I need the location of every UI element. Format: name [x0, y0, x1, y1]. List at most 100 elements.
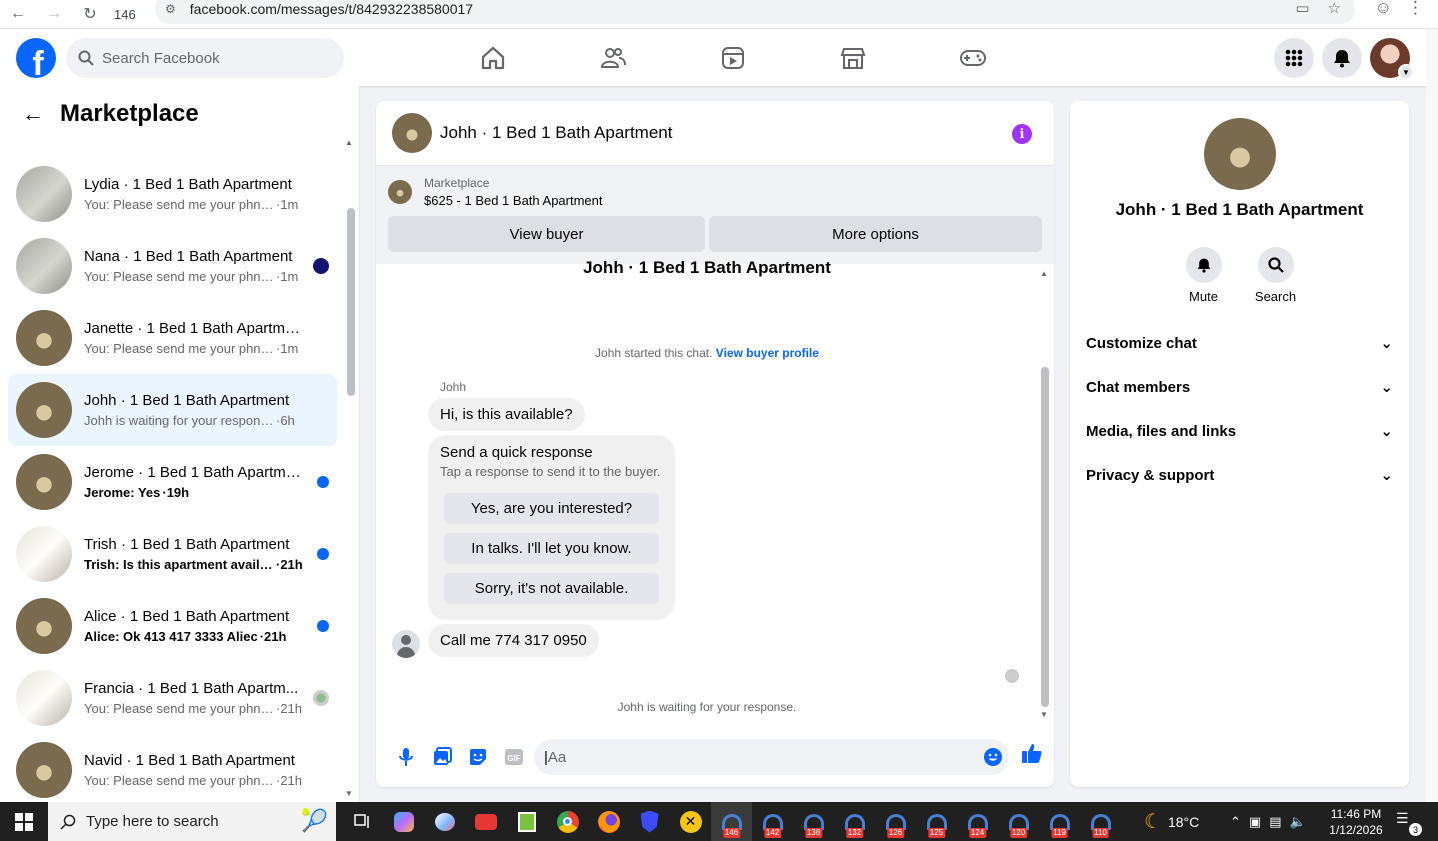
quick-response-yes-button[interactable]: Yes, are you interested?	[444, 493, 659, 524]
forward-arrow-icon[interactable]: →	[36, 2, 72, 26]
gologin-profile-124[interactable]: 124	[957, 802, 998, 841]
site-settings-icon[interactable]: ⚙	[165, 2, 176, 16]
facebook-search[interactable]: Search Facebook	[66, 38, 344, 78]
thumbs-up-icon[interactable]	[1020, 741, 1044, 765]
facebook-logo[interactable]: f	[16, 38, 56, 78]
copilot-icon[interactable]	[383, 802, 424, 841]
chat-avatar[interactable]	[392, 113, 432, 153]
sidebar-scrollbar[interactable]: ▲ ▼	[345, 138, 355, 798]
gologin-profile-125[interactable]: 125	[916, 802, 957, 841]
meet-icon[interactable]: ▣	[1249, 814, 1261, 830]
conversation-time: ·21h	[276, 773, 303, 788]
gaming-nav-icon[interactable]	[913, 29, 1033, 86]
gologin-profile-146[interactable]: 146	[711, 802, 752, 841]
view-buyer-profile-link[interactable]: View buyer profile	[716, 346, 819, 360]
conversation-thumbnail	[16, 166, 72, 222]
conversation-preview: You: Please send me your phn nu...	[84, 773, 274, 788]
conversation-item[interactable]: Alice · 1 Bed 1 Bath Apartment Alice: Ok …	[8, 590, 337, 662]
gologin-profile-126[interactable]: 126	[875, 802, 916, 841]
message-bubble[interactable]: Hi, is this available?	[428, 398, 585, 431]
install-app-icon[interactable]: ▭	[1295, 0, 1309, 17]
chrome-icon[interactable]	[547, 802, 588, 841]
photo-icon[interactable]	[424, 739, 460, 775]
chevron-up-icon[interactable]: ⌃	[1230, 814, 1241, 830]
scrollbar-thumb[interactable]	[1041, 367, 1049, 707]
emoji-icon[interactable]	[983, 747, 1003, 767]
conversation-item[interactable]: Nana · 1 Bed 1 Bath Apartment You: Please…	[8, 230, 337, 302]
profile-avatar[interactable]: ▼	[1370, 38, 1414, 80]
search-conversation-button[interactable]: Search	[1255, 247, 1296, 304]
back-arrow-icon[interactable]: ←	[22, 101, 44, 127]
task-view-icon[interactable]	[342, 802, 383, 841]
gologin-profile-132[interactable]: 132	[834, 802, 875, 841]
mute-button[interactable]: Mute	[1185, 247, 1223, 304]
details-avatar[interactable]	[1204, 118, 1276, 190]
gologin-profile-110[interactable]: 110	[1080, 802, 1121, 841]
taskbar-search[interactable]: Type here to search 🎾	[48, 802, 336, 841]
chat-title[interactable]: Johh · 1 Bed 1 Bath Apartment	[440, 123, 672, 143]
brave-shield-icon[interactable]	[629, 802, 670, 841]
notifications-bell-icon[interactable]	[1322, 38, 1362, 78]
firefox-icon[interactable]	[588, 802, 629, 841]
paint-icon[interactable]	[424, 802, 465, 841]
notepad-icon[interactable]	[506, 802, 547, 841]
menu-grid-icon[interactable]	[1274, 38, 1314, 78]
message-input[interactable]: | Aa	[534, 739, 1009, 775]
microphone-icon[interactable]	[388, 739, 424, 775]
conversation-item[interactable]: Janette · 1 Bed 1 Bath Apartment You: Ple…	[8, 302, 337, 374]
home-nav-icon[interactable]	[433, 29, 553, 86]
sender-avatar[interactable]	[392, 630, 420, 658]
section-chat-members[interactable]: Chat members ⌄	[1070, 365, 1409, 409]
gologin-profile-142[interactable]: 142	[752, 802, 793, 841]
read-receipt-avatar	[313, 690, 329, 706]
back-arrow-icon[interactable]: ←	[0, 2, 36, 26]
info-icon[interactable]: i	[1012, 124, 1032, 144]
reload-icon[interactable]: ↻	[72, 2, 108, 26]
conversation-item[interactable]: Lydia · 1 Bed 1 Bath Apartment You: Pleas…	[8, 158, 337, 230]
search-icon	[1257, 247, 1294, 283]
page-scrollbar[interactable]	[1426, 29, 1438, 802]
taskbar-clock[interactable]: 11:46 PM 1/12/2026	[1322, 806, 1390, 838]
system-tray: ⌃ ▣ ▤ 🔈	[1230, 802, 1306, 841]
address-bar[interactable]: ⚙ facebook.com/messages/t/84293223858001…	[155, 0, 1355, 24]
listing-title[interactable]: $625 - 1 Bed 1 Bath Apartment	[424, 193, 603, 208]
sticker-icon[interactable]	[460, 739, 496, 775]
weather-widget[interactable]: ☾ 18°C	[1144, 802, 1199, 841]
windows-start-icon[interactable]	[0, 802, 48, 841]
chat-scrollbar[interactable]: ▲ ▼	[1040, 269, 1050, 719]
message-bubble[interactable]: Call me 774 317 0950	[428, 624, 599, 657]
bookmark-star-icon[interactable]: ☆	[1328, 0, 1341, 17]
conversation-item[interactable]: Navid · 1 Bed 1 Bath Apartment You: Pleas…	[8, 734, 337, 802]
conversation-time: ·1m	[276, 341, 299, 356]
toolbox-icon[interactable]	[465, 802, 506, 841]
listing-thumbnail[interactable]	[388, 180, 412, 204]
friends-nav-icon[interactable]	[553, 29, 673, 86]
marketplace-nav-icon[interactable]	[793, 29, 913, 86]
scrollbar-thumb[interactable]	[347, 208, 355, 396]
gif-icon[interactable]: GIF	[496, 739, 532, 775]
section-privacy-support[interactable]: Privacy & support ⌄	[1070, 453, 1409, 497]
video-nav-icon[interactable]	[673, 29, 793, 86]
gologin-profile-119[interactable]: 119	[1039, 802, 1080, 841]
conversation-item[interactable]: Trish · 1 Bed 1 Bath Apartment Trish: Is …	[8, 518, 337, 590]
network-icon[interactable]: ▤	[1269, 814, 1281, 830]
view-buyer-button[interactable]: View buyer	[388, 216, 705, 252]
section-media-files-links[interactable]: Media, files and links ⌄	[1070, 409, 1409, 453]
conversation-preview: You: Please send me your phn ...	[84, 701, 274, 716]
notification-center-icon[interactable]: ☰ 3	[1396, 810, 1422, 836]
conversation-item[interactable]: Jerome · 1 Bed 1 Bath Apartment Jerome: Y…	[8, 446, 337, 518]
thread-topic: Johh · 1 Bed 1 Bath Apartment	[583, 258, 831, 277]
quick-response-not-available-button[interactable]: Sorry, it's not available.	[444, 573, 659, 604]
conversation-item[interactable]: Francia · 1 Bed 1 Bath Apartm... You: Ple…	[8, 662, 337, 734]
volume-icon[interactable]: 🔈	[1290, 814, 1306, 830]
gologin-profile-120[interactable]: 120	[998, 802, 1039, 841]
more-options-button[interactable]: More options	[709, 216, 1042, 252]
browser-menu-icon[interactable]: ⋮	[1407, 0, 1424, 18]
quick-response-in-talks-button[interactable]: In talks. I'll let you know.	[444, 533, 659, 564]
conversation-item[interactable]: Johh · 1 Bed 1 Bath Apartment Johh is wai…	[8, 374, 337, 446]
conversation-name: Navid · 1 Bed 1 Bath Apartment	[84, 752, 295, 769]
gologin-profile-138[interactable]: 138	[793, 802, 834, 841]
browser-profile-icon[interactable]: ☺	[1375, 0, 1392, 18]
section-customize-chat[interactable]: Customize chat ⌄	[1070, 321, 1409, 365]
x-app-icon[interactable]: ✕	[670, 802, 711, 841]
